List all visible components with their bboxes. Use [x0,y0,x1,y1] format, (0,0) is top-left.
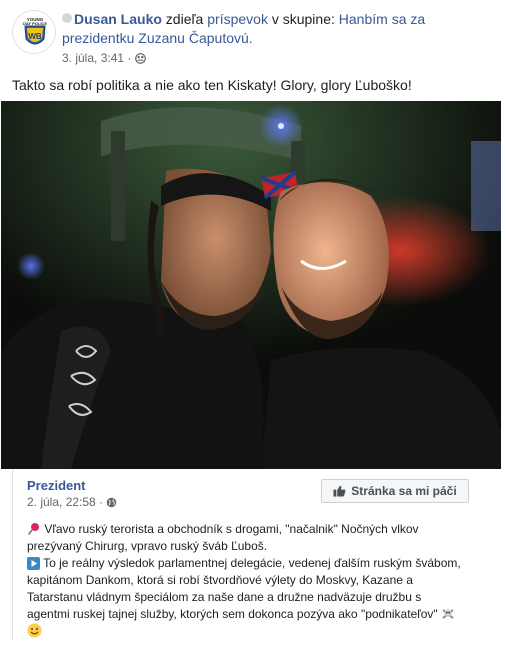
shared-text-line: To je reálny výsledok parlamentnej deleg… [27,555,491,572]
post-header-line2: prezidentku Zuzanu Čaputovú. [62,29,482,48]
group-privacy-icon[interactable] [134,53,146,64]
shared-text-line-0: Vľavo ruský terorista a obchodník s drog… [44,522,419,536]
shared-post-meta: 2. júla, 22:58 · [27,495,117,509]
post-body-text: Takto sa robí politika a nie ako ten Kis… [12,77,412,93]
group-link-line1[interactable]: Hanbím sa za [339,11,425,27]
author-name-link[interactable]: Dusan Lauko [74,11,162,27]
page-name-link[interactable]: Prezident [27,478,86,493]
facebook-post: WB YOUNG DAY POLICE Dusan Lauko zdieľa p… [0,0,506,654]
warner-shield-logo: WB YOUNG DAY POLICE [13,11,55,53]
post-photo[interactable] [1,101,501,469]
shared-text-line-5: agentmi ruskej tajnej služby, ktorých se… [27,607,438,621]
group-link-line2[interactable]: prezidentku Zuzanu Čaputovú. [62,30,253,46]
author-avatar[interactable]: WB YOUNG DAY POLICE [12,10,56,54]
shared-post-timestamp[interactable]: 2. júla, 22:58 · [27,495,103,509]
shared-text-line: Tatarstanu vládnym špeciálom za naše dan… [27,590,422,604]
pushpin-icon [27,523,39,535]
post-header-line1: Dusan Lauko zdieľa príspevok v skupine: … [62,10,482,29]
shared-text-line [27,623,491,640]
post-timestamp[interactable]: 3. júla, 3:41 · [62,51,131,65]
photo-illustration [1,101,501,469]
play-button-icon [27,557,40,570]
action-text: zdieľa [165,11,204,27]
svg-text:DAY POLICE: DAY POLICE [23,21,47,26]
group-prefix: v skupine: [271,11,335,27]
shared-post-link[interactable]: príspevok [207,11,268,27]
thumbs-up-icon [333,485,346,497]
smile-icon [27,623,42,638]
shared-text-line-2: To je reálny výsledok parlamentnej deleg… [43,556,461,570]
like-button-label: Stránka sa mi páči [351,484,457,498]
shared-text-line: prezývaný Chirurg, vpravo ruský šváb Ľub… [27,539,268,553]
shared-post: Prezident 2. júla, 22:58 · Stránka sa mi… [12,469,492,641]
shared-text-line: agentmi ruskej tajnej služby, ktorých se… [27,606,491,623]
page-like-button[interactable]: Stránka sa mi páči [321,479,469,503]
group-member-icon [62,13,72,23]
svg-text:WB: WB [28,32,42,41]
shared-text-line: kapitánom Dankom, ktorá si robí štvordňo… [27,573,413,587]
globe-icon[interactable] [106,497,117,508]
shared-text-line: Vľavo ruský terorista a obchodník s drog… [27,521,491,538]
shared-post-text: Vľavo ruský terorista a obchodník s drog… [27,521,491,640]
skull-crossbones-icon [442,609,454,619]
post-meta: 3. júla, 3:41 · [62,51,146,65]
